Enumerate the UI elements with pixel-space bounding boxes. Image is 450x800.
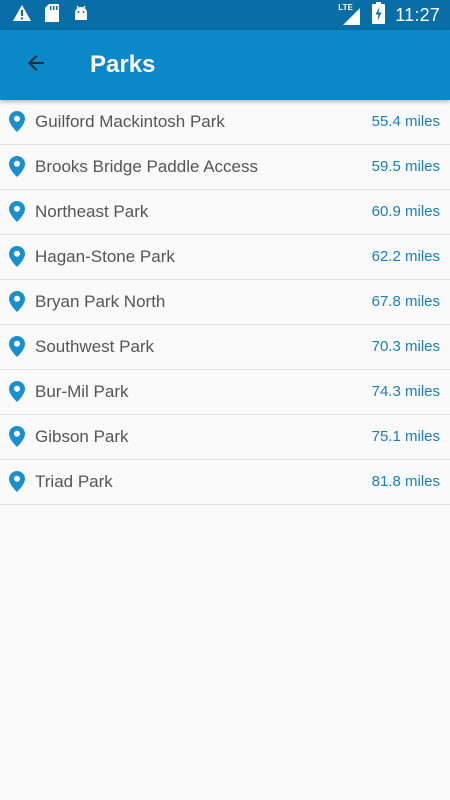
park-name: Guilford Mackintosh Park xyxy=(35,112,225,131)
signal-icon: LTE xyxy=(338,4,362,26)
location-pin-icon xyxy=(9,246,25,267)
list-item[interactable]: Triad Park 81.8 miles xyxy=(0,460,450,505)
status-bar: LTE 11:27 xyxy=(0,0,450,30)
location-pin-icon xyxy=(9,471,25,492)
list-item[interactable]: Southwest Park 70.3 miles xyxy=(0,325,450,370)
park-name: Triad Park xyxy=(35,472,113,491)
warning-icon xyxy=(12,4,32,27)
battery-charging-icon xyxy=(372,1,386,29)
park-distance: 55.4 miles xyxy=(371,113,440,130)
page-title: Parks xyxy=(90,51,156,78)
list-item[interactable]: Bur-Mil Park 74.3 miles xyxy=(0,370,450,415)
location-pin-icon xyxy=(9,381,25,402)
park-name: Brooks Bridge Paddle Access xyxy=(35,157,259,176)
park-name: Hagan-Stone Park xyxy=(35,247,175,266)
location-pin-icon xyxy=(9,201,25,222)
app-bar: Parks xyxy=(0,30,450,100)
list-item[interactable]: Hagan-Stone Park 62.2 miles xyxy=(0,235,450,280)
location-pin-icon xyxy=(9,291,25,312)
park-name: Bur-Mil Park xyxy=(35,382,129,401)
park-distance: 70.3 miles xyxy=(371,338,440,355)
status-clock: 11:27 xyxy=(395,4,440,25)
park-name: Bryan Park North xyxy=(35,292,166,311)
list-item[interactable]: Northeast Park 60.9 miles xyxy=(0,190,450,235)
park-distance: 81.8 miles xyxy=(371,473,440,490)
park-distance: 67.8 miles xyxy=(371,293,440,310)
location-pin-icon xyxy=(9,336,25,357)
park-name: Southwest Park xyxy=(35,337,155,356)
list-item[interactable]: Guilford Mackintosh Park 55.4 miles xyxy=(0,100,450,145)
arrow-left-icon xyxy=(24,51,48,80)
status-indicators: LTE 11:27 xyxy=(338,1,440,29)
location-pin-icon xyxy=(9,111,25,132)
list-item[interactable]: Bryan Park North 67.8 miles xyxy=(0,280,450,325)
park-distance: 60.9 miles xyxy=(371,203,440,220)
location-pin-icon xyxy=(9,156,25,177)
parks-list: Guilford Mackintosh Park 55.4 miles Brooks… xyxy=(0,100,450,505)
back-button[interactable] xyxy=(14,43,58,87)
park-distance: 62.2 miles xyxy=(371,248,440,265)
android-icon xyxy=(72,4,90,27)
park-name: Gibson Park xyxy=(35,427,129,446)
list-item[interactable]: Gibson Park 75.1 miles xyxy=(0,415,450,460)
park-name: Northeast Park xyxy=(35,202,149,221)
park-distance: 59.5 miles xyxy=(371,158,440,175)
park-distance: 75.1 miles xyxy=(371,428,440,445)
park-distance: 74.3 miles xyxy=(371,383,440,400)
sd-card-icon xyxy=(44,3,60,28)
location-pin-icon xyxy=(9,426,25,447)
status-notifications xyxy=(12,3,90,28)
list-item[interactable]: Brooks Bridge Paddle Access 59.5 miles xyxy=(0,145,450,190)
